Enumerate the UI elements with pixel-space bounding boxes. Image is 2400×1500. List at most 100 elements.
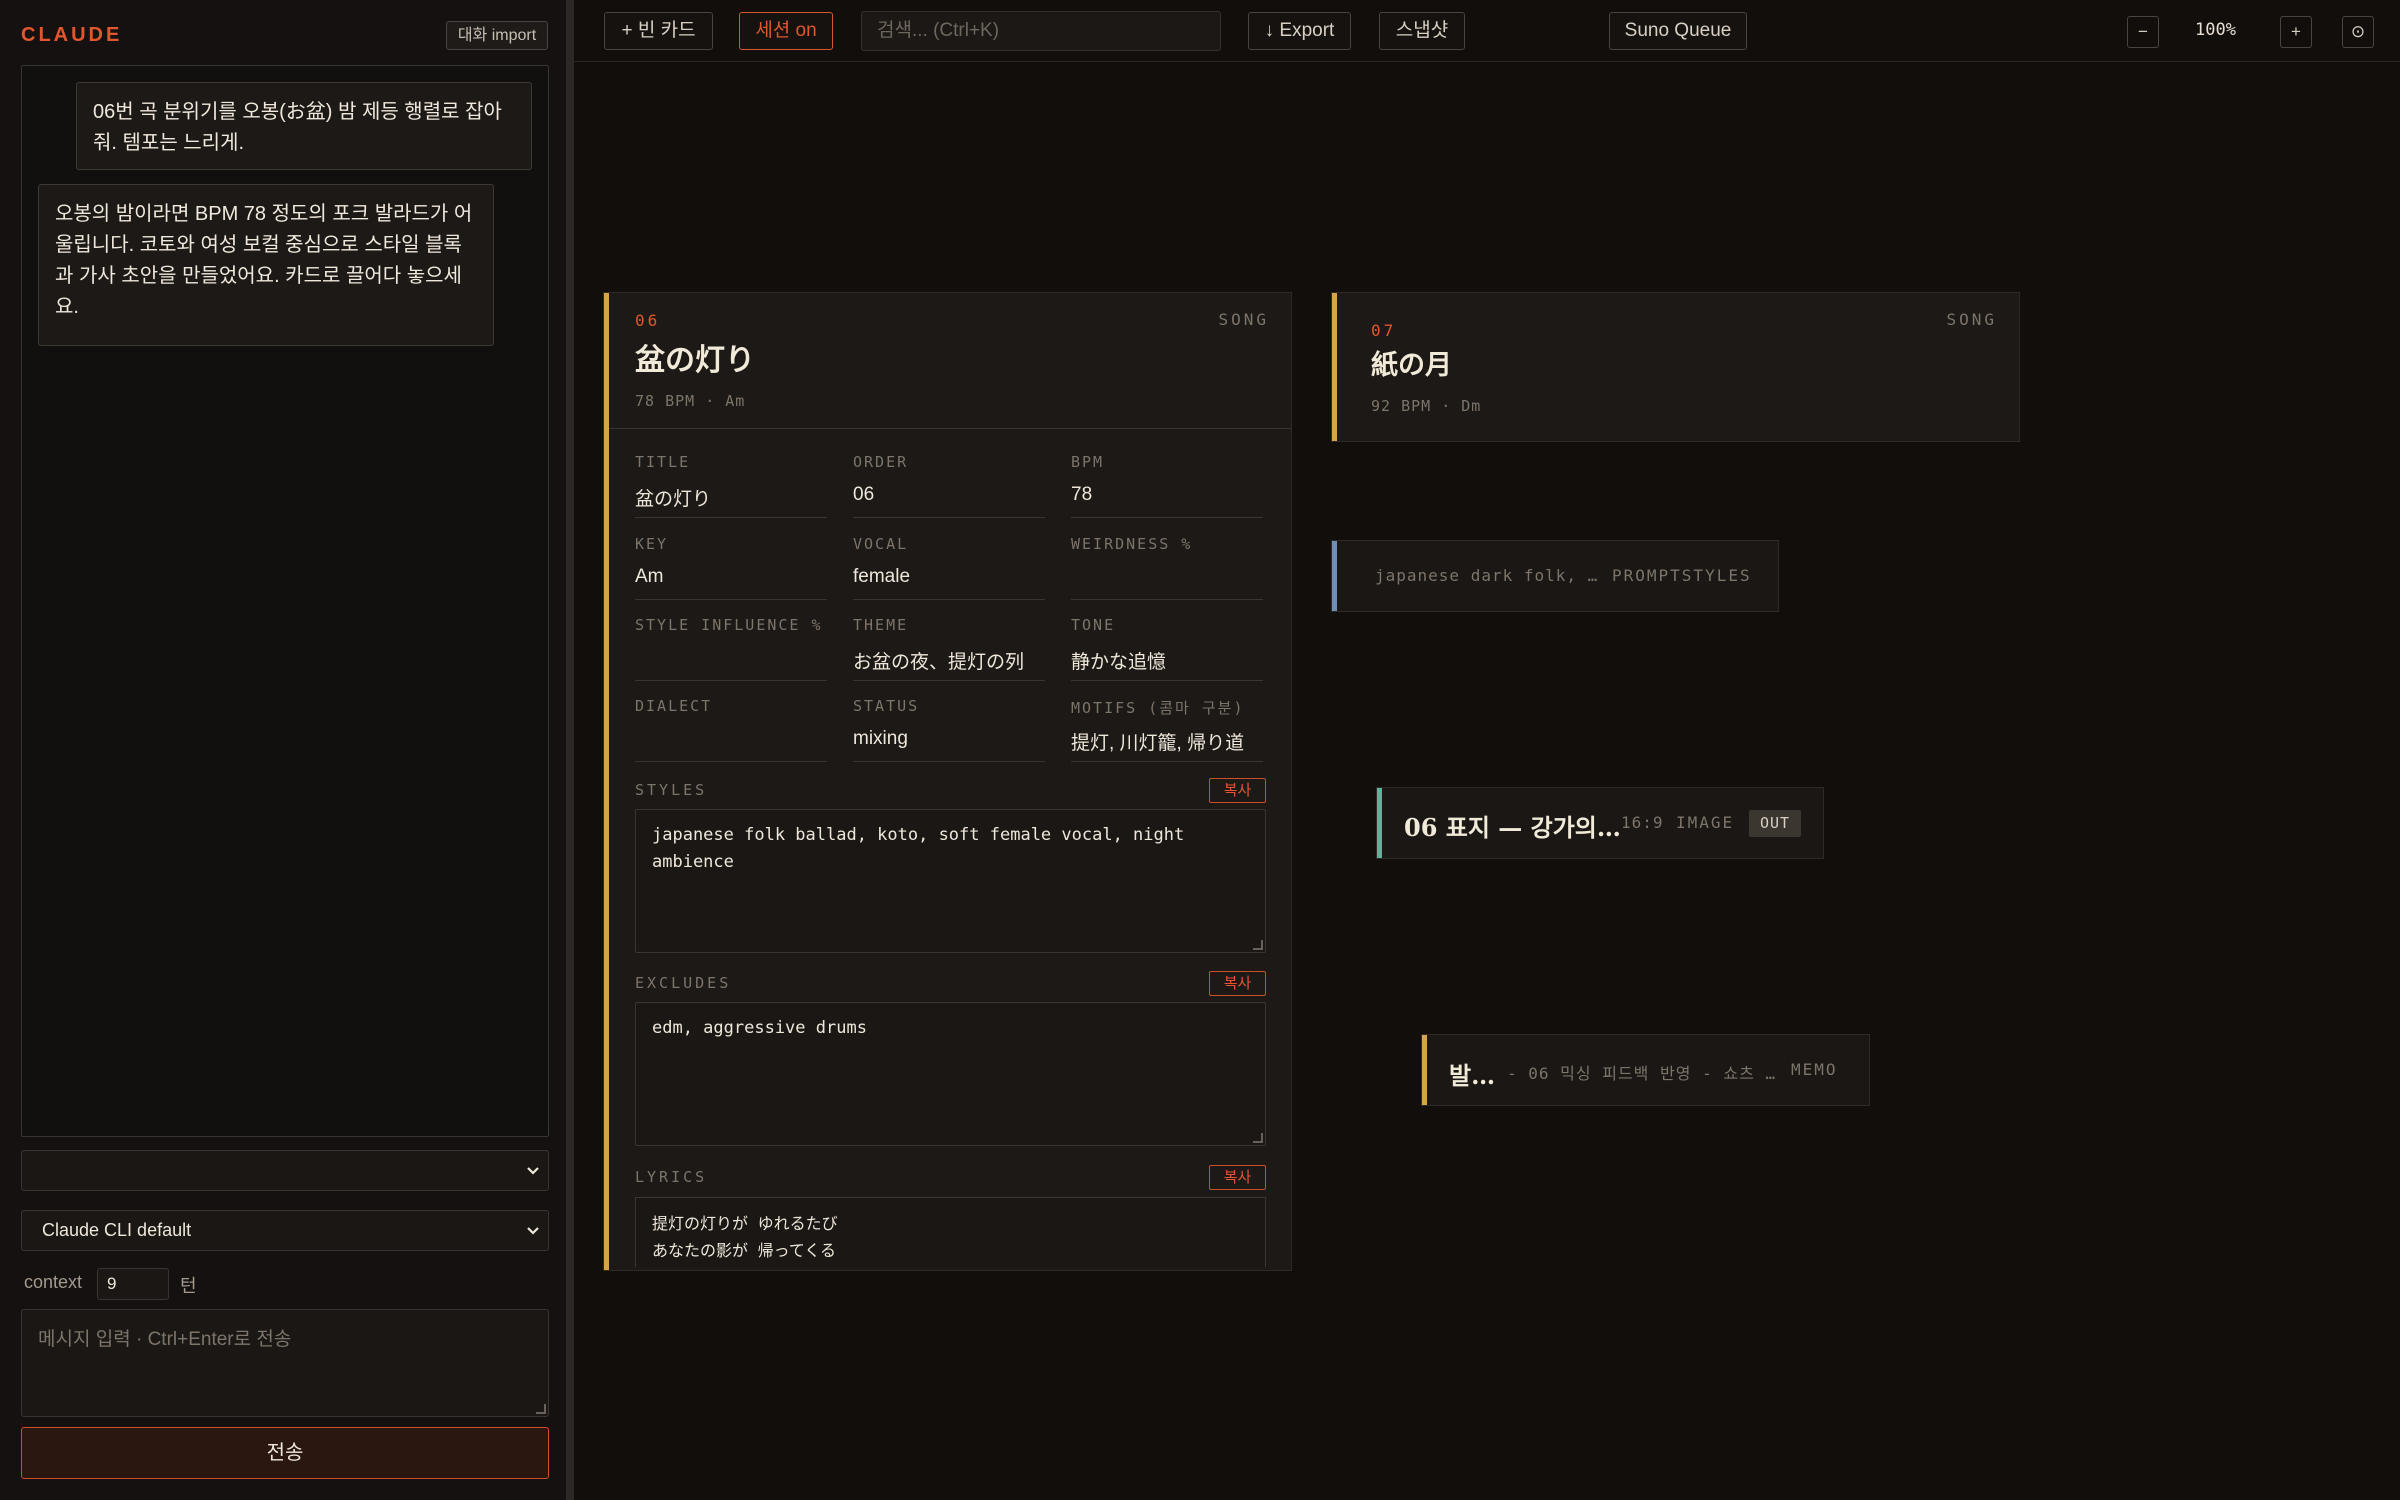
card-kind-label: MEMO (1791, 1060, 1838, 1079)
card-kind-label: SONG (1946, 310, 1997, 329)
context-label: context (24, 1272, 83, 1292)
out-badge: OUT (1749, 810, 1801, 837)
reset-view-button[interactable]: ⊙ (2342, 16, 2374, 48)
field-weirdness[interactable]: WEIRDNESS % (1071, 535, 1263, 600)
status-input[interactable]: mixing (853, 728, 1045, 762)
user-message: 06번 곡 분위기를 오봉(お盆) 밤 제등 행렬로 잡아줘. 템포는 느리게. (76, 82, 532, 170)
style-influence-input[interactable] (635, 647, 827, 681)
bpm-input[interactable]: 78 (1071, 484, 1263, 518)
resize-grip-icon[interactable] (536, 1404, 546, 1414)
card-stripe (1377, 788, 1382, 858)
card-kind-label: PROMPTSTYLES (1612, 566, 1752, 585)
copy-excludes-button[interactable]: 복사 (1209, 971, 1266, 996)
chat-history[interactable]: 06번 곡 분위기를 오봉(お盆) 밤 제등 행렬로 잡아줘. 템포는 느리게.… (21, 65, 549, 1137)
export-button[interactable]: ↓ Export (1248, 12, 1351, 50)
card-stripe (604, 293, 609, 1270)
card-meta: 78 BPM · Am (635, 392, 746, 410)
dialect-input[interactable] (635, 728, 827, 762)
chevron-down-icon (526, 1211, 540, 1266)
field-key[interactable]: KEY Am (635, 535, 827, 600)
field-label: ORDER (853, 453, 909, 471)
session-toggle-button[interactable]: 세션 on (739, 12, 833, 50)
motifs-input[interactable]: 提灯, 川灯籠, 帰り道 (1071, 728, 1263, 762)
resize-grip-icon[interactable] (1253, 940, 1263, 950)
model-select[interactable]: Claude CLI default (21, 1210, 549, 1251)
copy-lyrics-button[interactable]: 복사 (1209, 1165, 1266, 1190)
message-input[interactable]: 메시지 입력 · Ctrl+Enter로 전송 (21, 1309, 549, 1417)
key-input[interactable]: Am (635, 566, 827, 600)
card-stripe (1332, 293, 1337, 441)
toolbar: + 빈 카드 세션 on 검색... (Ctrl+K) ↓ Export 스냅샷… (574, 0, 2400, 62)
context-turns-input[interactable]: 9 (97, 1268, 169, 1300)
card-title: 紙の月 (1371, 350, 1452, 381)
field-bpm[interactable]: BPM 78 (1071, 453, 1263, 518)
title-input[interactable]: 盆の灯り (635, 484, 827, 518)
field-order[interactable]: ORDER 06 (853, 453, 1045, 518)
zoom-level: 100% (2195, 20, 2236, 40)
image-ratio: 16:9 (1621, 813, 1664, 832)
field-label: THEME (853, 616, 909, 634)
field-tone[interactable]: TONE 静かな追憶 (1071, 616, 1263, 681)
resize-grip-icon[interactable] (1253, 1133, 1263, 1143)
vocal-input[interactable]: female (853, 566, 1045, 600)
field-status[interactable]: STATUS mixing (853, 697, 1045, 762)
field-title[interactable]: TITLE 盆の灯り (635, 453, 827, 518)
field-label: STYLE INFLUENCE % (635, 616, 823, 634)
field-label: BPM (1071, 453, 1105, 471)
field-theme[interactable]: THEME お盆の夜、提灯の列 (853, 616, 1045, 681)
lyrics-textarea[interactable]: 提灯の灯りが ゆれるたび あなたの影が 帰ってくる (635, 1197, 1266, 1267)
lyrics-line: 提灯の灯りが ゆれるたび (652, 1214, 838, 1233)
song-order-number: 07 (1371, 321, 1397, 340)
weirdness-input[interactable] (1071, 566, 1263, 600)
assistant-message: 오봉의 밤이라면 BPM 78 정도의 포크 발라드가 어울립니다. 코토와 여… (38, 184, 494, 346)
lyrics-label: LYRICS (635, 1168, 708, 1186)
chevron-down-icon (526, 1151, 540, 1206)
field-label: TITLE (635, 453, 691, 471)
field-label: MOTIFS (콤마 구분) (1071, 699, 1245, 717)
sidebar-resize-handle[interactable] (566, 0, 574, 1500)
field-dialect[interactable]: DIALECT (635, 697, 827, 762)
field-label: KEY (635, 535, 669, 553)
field-label: TONE (1071, 616, 1116, 634)
card-divider (609, 428, 1291, 429)
import-conversation-button[interactable]: 대화 import (446, 21, 548, 50)
image-card[interactable]: 06 표지 — 강가의… 16:9 IMAGE OUT (1376, 787, 1824, 859)
brand-title: CLAUDE (21, 24, 123, 46)
card-meta: 92 BPM · Dm (1371, 397, 1482, 415)
new-card-button[interactable]: + 빈 카드 (604, 12, 713, 50)
field-style-influence[interactable]: STYLE INFLUENCE % (635, 616, 827, 681)
field-vocal[interactable]: VOCAL female (853, 535, 1045, 600)
memo-preview: - 06 믹싱 피드백 반영 - 쇼츠 … (1507, 1064, 1777, 1083)
theme-input[interactable]: お盆の夜、提灯の列 (853, 647, 1045, 681)
zoom-out-button[interactable]: − (2127, 16, 2159, 48)
prompt-preview: japanese dark folk, … (1375, 566, 1599, 585)
excludes-label: EXCLUDES (635, 974, 732, 992)
search-input[interactable]: 검색... (Ctrl+K) (861, 11, 1221, 51)
tone-input[interactable]: 静かな追憶 (1071, 647, 1263, 681)
copy-styles-button[interactable]: 복사 (1209, 778, 1266, 803)
song-card-07[interactable]: 07 SONG 紙の月 92 BPM · Dm (1331, 292, 2020, 442)
styles-textarea[interactable]: japanese folk ballad, koto, soft female … (635, 809, 1266, 953)
chat-sidebar: CLAUDE 대화 import 06번 곡 분위기를 오봉(お盆) 밤 제등 … (0, 0, 566, 1500)
card-stripe (1422, 1035, 1427, 1105)
card-title: 06 표지 — 강가의… (1404, 813, 1621, 842)
zoom-in-button[interactable]: + (2280, 16, 2312, 48)
prompt-styles-card[interactable]: japanese dark folk, … PROMPTSTYLES (1331, 540, 1779, 612)
memo-card[interactable]: 발… - 06 믹싱 피드백 반영 - 쇼츠 … MEMO (1421, 1034, 1870, 1106)
suno-queue-button[interactable]: Suno Queue (1609, 12, 1747, 50)
preset-select[interactable] (21, 1150, 549, 1191)
song-card-06[interactable]: 06 SONG 盆の灯り 78 BPM · Am TITLE 盆の灯り ORDE… (603, 292, 1292, 1271)
field-motifs[interactable]: MOTIFS (콤마 구분) 提灯, 川灯籠, 帰り道 (1071, 697, 1263, 762)
field-label: STATUS (853, 697, 920, 715)
field-label: WEIRDNESS % (1071, 535, 1193, 553)
snapshot-button[interactable]: 스냅샷 (1379, 12, 1465, 50)
styles-text: japanese folk ballad, koto, soft female … (652, 825, 1185, 872)
order-input[interactable]: 06 (853, 484, 1045, 518)
excludes-textarea[interactable]: edm, aggressive drums (635, 1002, 1266, 1146)
model-select-value: Claude CLI default (42, 1220, 192, 1240)
song-order-number: 06 (635, 311, 661, 330)
context-unit-label: 턴 (180, 1276, 197, 1296)
card-kind-label: IMAGE (1676, 813, 1735, 832)
excludes-text: edm, aggressive drums (652, 1018, 867, 1038)
send-button[interactable]: 전송 (21, 1427, 549, 1479)
